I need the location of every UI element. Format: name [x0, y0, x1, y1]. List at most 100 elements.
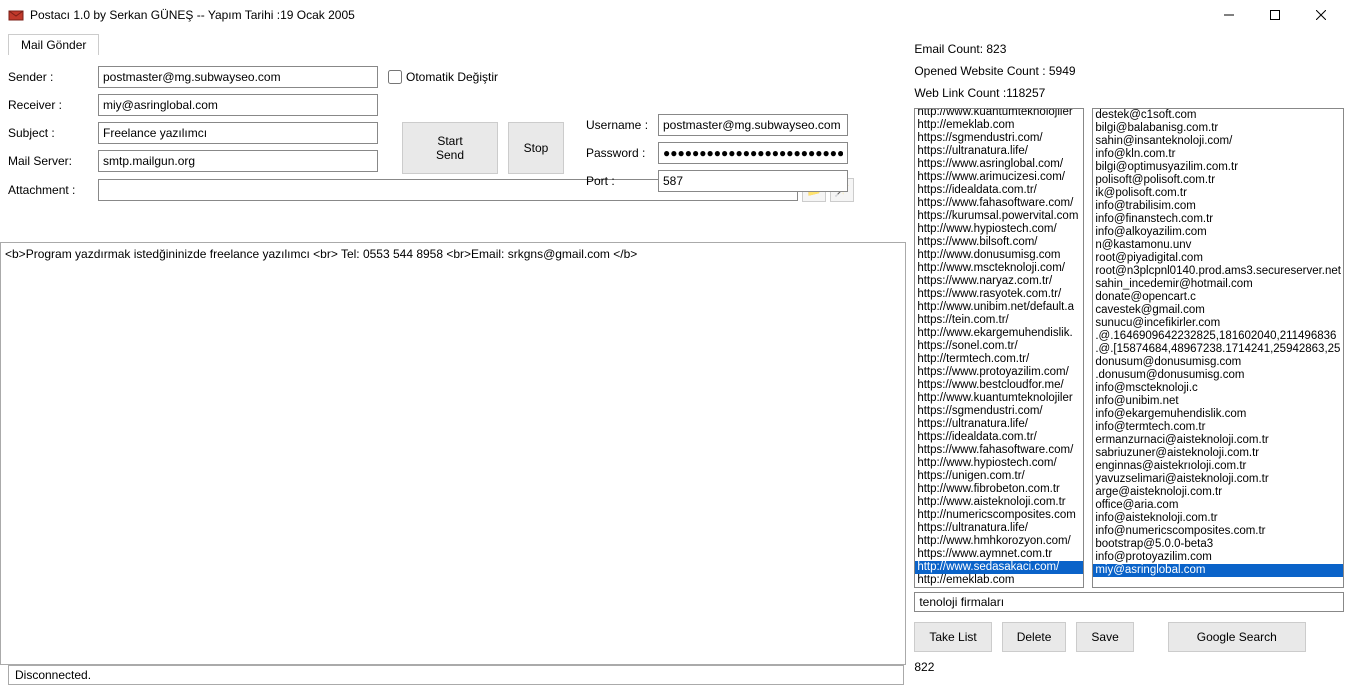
- url-list-item[interactable]: http://www.hypiostech.com/: [915, 457, 1083, 470]
- email-list-item[interactable]: .@.1646909642232825,181602040,211496836: [1093, 330, 1343, 343]
- url-list-item[interactable]: http://www.mscteknoloji.com/: [915, 262, 1083, 275]
- url-list-item[interactable]: https://ultranatura.life/: [915, 522, 1083, 535]
- delete-button[interactable]: Delete: [1002, 622, 1067, 652]
- password-input[interactable]: [658, 142, 848, 164]
- url-list-item[interactable]: https://www.rasyotek.com.tr/: [915, 288, 1083, 301]
- tab-mail-gonder[interactable]: Mail Gönder: [8, 34, 99, 55]
- url-list-item[interactable]: https://sonel.com.tr/: [915, 340, 1083, 353]
- email-list-item[interactable]: enginnas@aistekrıoloji.com.tr: [1093, 460, 1343, 473]
- sender-label: Sender :: [8, 70, 98, 84]
- take-list-button[interactable]: Take List: [914, 622, 991, 652]
- url-list-item[interactable]: http://numericscomposites.com: [915, 509, 1083, 522]
- email-list-item[interactable]: cavestek@gmail.com: [1093, 304, 1343, 317]
- url-list-item[interactable]: http://www.unibim.net/default.a: [915, 301, 1083, 314]
- url-list-item[interactable]: https://ultranatura.life/: [915, 418, 1083, 431]
- email-list-item[interactable]: info@alkoyazilim.com: [1093, 226, 1343, 239]
- close-button[interactable]: [1298, 0, 1344, 30]
- email-list-item[interactable]: info@numericscomposites.com.tr: [1093, 525, 1343, 538]
- email-list-item[interactable]: root@piyadigital.com: [1093, 252, 1343, 265]
- sender-input[interactable]: [98, 66, 378, 88]
- url-list-item[interactable]: http://www.kuantumteknolojiler: [915, 392, 1083, 405]
- auto-change-checkbox[interactable]: Otomatik Değiştir: [388, 70, 498, 84]
- save-button[interactable]: Save: [1076, 622, 1133, 652]
- password-label: Password :: [586, 146, 658, 160]
- url-list-item[interactable]: https://tein.com.tr/: [915, 314, 1083, 327]
- email-list-item[interactable]: info@termtech.com.tr: [1093, 421, 1343, 434]
- url-list-item[interactable]: https://sgmendustri.com/: [915, 405, 1083, 418]
- url-list-item[interactable]: http://www.hmhkorozyon.com/: [915, 535, 1083, 548]
- url-list-item[interactable]: http://www.donusumisg.com: [915, 249, 1083, 262]
- minimize-button[interactable]: [1206, 0, 1252, 30]
- url-list-item[interactable]: https://sgmendustri.com/: [915, 132, 1083, 145]
- url-list-item[interactable]: http://www.fibrobeton.com.tr: [915, 483, 1083, 496]
- email-list-item[interactable]: info@unibim.net: [1093, 395, 1343, 408]
- email-list-item[interactable]: arge@aisteknoloji.com.tr: [1093, 486, 1343, 499]
- email-list-item[interactable]: donusum@donusumisg.com: [1093, 356, 1343, 369]
- url-list-item[interactable]: https://www.protoyazilim.com/: [915, 366, 1083, 379]
- mailserver-input[interactable]: [98, 150, 378, 172]
- subject-input[interactable]: [98, 122, 378, 144]
- email-list-item[interactable]: info@ekargemuhendislik.com: [1093, 408, 1343, 421]
- email-list-item[interactable]: office@aria.com: [1093, 499, 1343, 512]
- email-list-item[interactable]: info@mscteknoloji.c: [1093, 382, 1343, 395]
- url-list-item[interactable]: https://kurumsal.powervital.com: [915, 210, 1083, 223]
- google-search-button[interactable]: Google Search: [1168, 622, 1306, 652]
- email-list-item[interactable]: .@.[15874684,48967238.1714241,25942863,2…: [1093, 343, 1343, 356]
- email-list-item[interactable]: polisoft@polisoft.com.tr: [1093, 174, 1343, 187]
- email-list-item[interactable]: .donusum@donusumisg.com: [1093, 369, 1343, 382]
- email-list-item[interactable]: bilgi@optimusyazilim.com.tr: [1093, 161, 1343, 174]
- email-list-item[interactable]: bilgi@balabanisg.com.tr: [1093, 122, 1343, 135]
- message-body[interactable]: <b>Program yazdırmak istedğininizde free…: [0, 242, 906, 665]
- email-list-item[interactable]: info@protoyazilim.com: [1093, 551, 1343, 564]
- url-list-item[interactable]: http://www.aisteknoloji.com.tr: [915, 496, 1083, 509]
- url-list-item[interactable]: https://www.naryaz.com.tr/: [915, 275, 1083, 288]
- email-list-item[interactable]: yavuzselimari@aisteknoloji.com.tr: [1093, 473, 1343, 486]
- email-list-item[interactable]: info@finanstech.com.tr: [1093, 213, 1343, 226]
- email-list-item[interactable]: info@aisteknoloji.com.tr: [1093, 512, 1343, 525]
- email-list-item[interactable]: n@kastamonu.unv: [1093, 239, 1343, 252]
- url-list-item[interactable]: https://www.fahasoftware.com/: [915, 197, 1083, 210]
- email-list-item[interactable]: miy@asringlobal.com: [1093, 564, 1343, 577]
- port-input[interactable]: [658, 170, 848, 192]
- search-input[interactable]: [914, 592, 1344, 612]
- email-list-item[interactable]: bootstrap@5.0.0-beta3: [1093, 538, 1343, 551]
- email-list-item[interactable]: sunucu@incefikirler.com: [1093, 317, 1343, 330]
- email-list-item[interactable]: sabriuzuner@aisteknoloji.com.tr: [1093, 447, 1343, 460]
- url-listbox[interactable]: http://www.kuantumteknolojilerhttp://eme…: [914, 108, 1084, 588]
- url-list-item[interactable]: http://emeklab.com: [915, 119, 1083, 132]
- url-list-item[interactable]: https://www.arimucizesi.com/: [915, 171, 1083, 184]
- start-send-button[interactable]: Start Send: [402, 122, 498, 174]
- url-list-item[interactable]: https://www.aymnet.com.tr: [915, 548, 1083, 561]
- stop-button[interactable]: Stop: [508, 122, 564, 174]
- url-list-item[interactable]: https://idealdata.com.tr/: [915, 184, 1083, 197]
- username-input[interactable]: [658, 114, 848, 136]
- url-list-item[interactable]: https://unigen.com.tr/: [915, 470, 1083, 483]
- url-list-item[interactable]: https://idealdata.com.tr/: [915, 431, 1083, 444]
- username-label: Username :: [586, 118, 658, 132]
- email-list-item[interactable]: ermanzurnaci@aisteknoloji.com.tr: [1093, 434, 1343, 447]
- email-listbox[interactable]: destek@c1soft.combilgi@balabanisg.com.tr…: [1092, 108, 1344, 588]
- auto-change-box[interactable]: [388, 70, 402, 84]
- url-list-item[interactable]: http://www.ekargemuhendislik.: [915, 327, 1083, 340]
- url-list-item[interactable]: http://emeklab.com: [915, 574, 1083, 587]
- email-list-item[interactable]: root@n3plcpnl0140.prod.ams3.secureserver…: [1093, 265, 1343, 278]
- url-list-item[interactable]: http://www.sedasakaci.com/: [915, 561, 1083, 574]
- email-list-item[interactable]: info@trabilisim.com: [1093, 200, 1343, 213]
- url-list-item[interactable]: https://www.fahasoftware.com/: [915, 444, 1083, 457]
- email-list-item[interactable]: destek@c1soft.com: [1093, 109, 1343, 122]
- url-list-item[interactable]: http://www.hypiostech.com/: [915, 223, 1083, 236]
- url-list-item[interactable]: https://www.asringlobal.com/: [915, 158, 1083, 171]
- app-icon: [8, 7, 24, 23]
- url-list-item[interactable]: http://www.kuantumteknolojiler: [915, 108, 1083, 119]
- url-list-item[interactable]: https://www.bilsoft.com/: [915, 236, 1083, 249]
- url-list-item[interactable]: http://termtech.com.tr/: [915, 353, 1083, 366]
- receiver-input[interactable]: [98, 94, 378, 116]
- email-list-item[interactable]: donate@opencart.c: [1093, 291, 1343, 304]
- maximize-button[interactable]: [1252, 0, 1298, 30]
- email-list-item[interactable]: ik@polisoft.com.tr: [1093, 187, 1343, 200]
- email-list-item[interactable]: sahin_incedemir@hotmail.com: [1093, 278, 1343, 291]
- url-list-item[interactable]: https://ultranatura.life/: [915, 145, 1083, 158]
- email-list-item[interactable]: info@kln.com.tr: [1093, 148, 1343, 161]
- url-list-item[interactable]: https://www.bestcloudfor.me/: [915, 379, 1083, 392]
- email-list-item[interactable]: sahin@insanteknoloji.com/: [1093, 135, 1343, 148]
